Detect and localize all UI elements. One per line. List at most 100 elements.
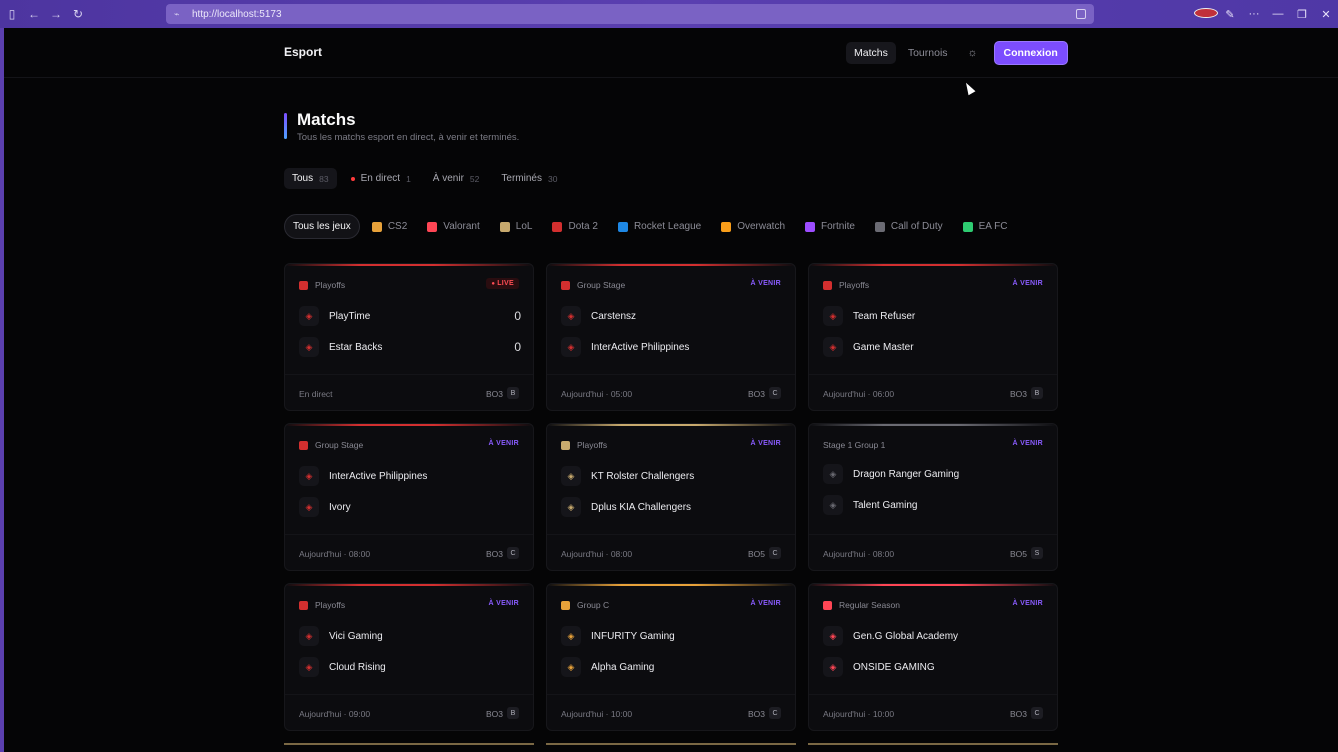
team-row[interactable]: ◈ Team Refuser [823, 306, 1045, 326]
match-card[interactable]: Group Stage À VENIR ◈ Carstensz ◈ InterActive… [546, 263, 796, 411]
team-logo-icon: ◈ [823, 626, 843, 646]
restore-icon[interactable]: ❐ [1290, 8, 1314, 21]
match-stage: Playoffs [299, 600, 345, 610]
upcoming-badge: À VENIR [751, 440, 782, 447]
game-filter-7[interactable]: Fortnite [797, 215, 863, 238]
game-filter-label: LoL [515, 221, 533, 232]
team-name: InterActive Philippines [329, 470, 428, 482]
team-row[interactable]: ◈ Alpha Gaming [561, 657, 783, 677]
match-card[interactable]: Stage 1 Group 1 À VENIR ◈ Dragon Ranger Gam… [808, 423, 1058, 571]
login-button[interactable]: Connexion [993, 41, 1068, 65]
game-filter-0[interactable]: Tous les jeux [284, 214, 360, 239]
extension-icon[interactable] [1194, 7, 1218, 21]
match-card[interactable]: Group Stage À VENIR ◈ InterActive Philippin… [284, 423, 534, 571]
team-name: InterActive Philippines [591, 341, 690, 353]
match-card[interactable]: Group C À VENIR ◈ INFURITY Gaming ◈ Alpha Gam… [546, 583, 796, 731]
team-row[interactable]: ◈ InterActive Philippines [299, 466, 521, 486]
theme-toggle-icon[interactable]: ☼ [962, 42, 984, 64]
match-footer: Aujourd'hui · 08:00 BO3 C [285, 534, 533, 570]
team-row[interactable]: ◈ INFURITY Gaming [561, 626, 783, 646]
pen-icon[interactable]: ✎ [1218, 8, 1242, 21]
stage-label: Playoffs [839, 280, 870, 290]
game-filter-4[interactable]: Dota 2 [544, 215, 605, 238]
team-row[interactable]: ◈ Game Master [823, 337, 1045, 357]
team-logo-icon: ◈ [561, 626, 581, 646]
game-filter-5[interactable]: Rocket League [610, 215, 709, 238]
team-row[interactable]: ◈ Vici Gaming [299, 626, 521, 646]
match-time: Aujourd'hui · 06:00 [823, 389, 895, 399]
team-logo-icon: ◈ [299, 466, 319, 486]
tier-badge: S [1031, 547, 1043, 559]
team-row[interactable]: ◈ Carstensz [561, 306, 783, 326]
more-icon[interactable]: ··· [1242, 8, 1266, 20]
match-stage: Playoffs [299, 280, 345, 290]
tab-termines[interactable]: Terminés 30 [493, 168, 565, 189]
tier-badge: C [769, 547, 781, 559]
match-time: Aujourd'hui · 08:00 [299, 549, 371, 559]
badge-label: À VENIR [1012, 440, 1043, 447]
match-time: Aujourd'hui · 05:00 [561, 389, 633, 399]
team-row[interactable]: ◈ Gen.G Global Academy [823, 626, 1045, 646]
nav-link-matchs[interactable]: Matchs [846, 42, 896, 64]
game-filter-1[interactable]: CS2 [364, 215, 415, 238]
close-icon[interactable]: ✕ [1314, 8, 1338, 21]
match-time: Aujourd'hui · 08:00 [561, 549, 633, 559]
main-nav: Matchs Tournois ☼ Connexion [846, 41, 1068, 65]
card-accent-line [809, 584, 1057, 586]
match-card[interactable]: Playoffs À VENIR ◈ Team Refuser ◈ Game Master… [808, 263, 1058, 411]
match-card[interactable]: Regular Season À VENIR ◈ Gen.G Global Acade… [808, 583, 1058, 731]
team-row[interactable]: ◈ Talent Gaming [823, 495, 1045, 515]
brand-logo[interactable]: Esport [284, 45, 322, 59]
team-name: Estar Backs [329, 341, 383, 353]
team-row[interactable]: ◈ Ivory [299, 497, 521, 517]
team-row[interactable]: ◈ Dragon Ranger Gaming [823, 464, 1045, 484]
badge-label: LIVE [497, 280, 514, 287]
game-icon [617, 221, 628, 232]
game-filter-label: CS2 [387, 221, 408, 232]
match-time: Aujourd'hui · 10:00 [561, 709, 633, 719]
match-card[interactable]: Playoffs ● LIVE ◈ PlayTime 0 ◈ Estar Backs 0 En … [284, 263, 534, 411]
team-row[interactable]: ◈ Cloud Rising [299, 657, 521, 677]
team-row[interactable]: ◈ Estar Backs 0 [299, 337, 521, 357]
game-filter-8[interactable]: Call of Duty [867, 215, 951, 238]
match-format: BO3 [747, 709, 765, 719]
tab-a-venir[interactable]: À venir 52 [425, 168, 488, 189]
game-filter-3[interactable]: LoL [492, 215, 541, 238]
card-accent-line [547, 424, 795, 426]
game-filter-label: EA FC [978, 221, 1008, 232]
team-name: Alpha Gaming [591, 661, 655, 673]
tab-tous[interactable]: Tous 83 [284, 168, 337, 189]
sidebar-toggle-icon[interactable]: ▯ [2, 4, 22, 24]
minimize-icon[interactable]: — [1266, 8, 1290, 20]
match-card[interactable]: Playoffs À VENIR ◈ Vici Gaming ◈ Cloud Rising… [284, 583, 534, 731]
match-card[interactable]: Playoffs À VENIR ◈ KT Rolster Challengers ◈ D… [546, 423, 796, 571]
page: Esport Matchs Tournois ☼ Connexion Match… [4, 28, 1338, 752]
team-row[interactable]: ◈ ONSIDE GAMING [823, 657, 1045, 677]
game-filter-6[interactable]: Overwatch [713, 215, 793, 238]
nav-link-tournois[interactable]: Tournois [900, 42, 956, 64]
site-info-icon[interactable]: ⌁ [174, 9, 184, 19]
team-name: Vici Gaming [329, 630, 383, 642]
team-logo-icon: ◈ [561, 466, 581, 486]
game-filter-2[interactable]: Valorant [419, 215, 488, 238]
next-row-accent [808, 743, 1058, 745]
back-icon[interactable]: ← [24, 4, 44, 24]
team-row[interactable]: ◈ KT Rolster Challengers [561, 466, 783, 486]
team-logo-icon: ◈ [561, 337, 581, 357]
match-format: BO3 [485, 709, 503, 719]
team-row[interactable]: ◈ InterActive Philippines [561, 337, 783, 357]
tab-en-direct[interactable]: En direct 1 [343, 168, 419, 189]
next-row-accent [284, 743, 534, 745]
game-filter-9[interactable]: EA FC [955, 215, 1016, 238]
address-bar[interactable]: ⌁ http://localhost:5173 [166, 4, 1094, 24]
game-icon [371, 221, 382, 232]
match-format: BO3 [1009, 389, 1027, 399]
team-row[interactable]: ◈ PlayTime 0 [299, 306, 521, 326]
upcoming-badge: À VENIR [751, 600, 782, 607]
forward-icon[interactable]: → [46, 4, 66, 24]
team-score: 0 [514, 309, 521, 323]
reload-icon[interactable]: ↻ [68, 4, 88, 24]
upcoming-badge: À VENIR [1013, 600, 1044, 607]
reader-view-icon[interactable] [1076, 9, 1086, 19]
team-row[interactable]: ◈ Dplus KIA Challengers [561, 497, 783, 517]
